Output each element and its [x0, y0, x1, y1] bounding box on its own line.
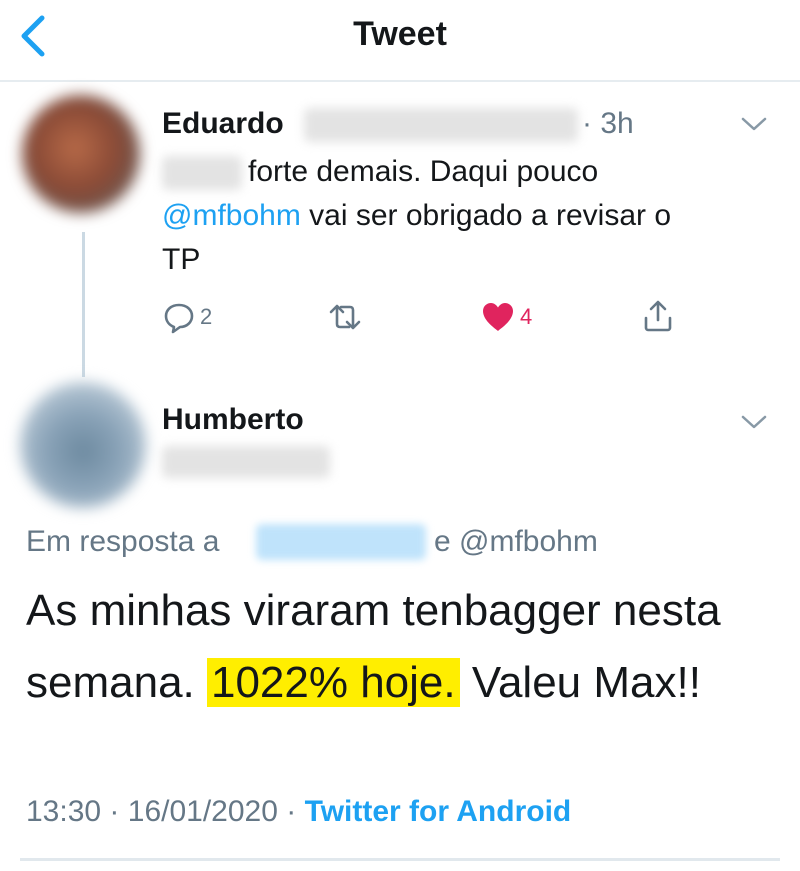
tweet-text-line-1: forte demais. Daqui pouco — [248, 155, 599, 188]
reply-icon — [164, 303, 194, 334]
share-icon — [644, 300, 672, 332]
tweet-main-text-line-1: As minhas viraram tenbagger nesta — [26, 586, 721, 635]
chevron-down-icon[interactable] — [738, 114, 770, 134]
tweet-main-text-line-2: semana. 1022% hoje. Valeu Max!! — [26, 647, 701, 719]
tweet-text-line-3: TP — [162, 243, 201, 276]
highlighted-text: 1022% hoje. — [206, 658, 460, 707]
reply-context-mentions[interactable]: e @mfbohm — [434, 524, 598, 560]
thread-connector — [82, 232, 85, 377]
like-count: 4 — [520, 304, 533, 329]
heart-icon — [483, 303, 513, 331]
retweet-button[interactable] — [325, 300, 365, 334]
tweet-text-span: Valeu Max!! — [459, 658, 701, 707]
date[interactable]: 16/01/2020 — [128, 795, 278, 828]
time[interactable]: 13:30 — [26, 795, 101, 828]
reply-button[interactable]: 2 — [162, 300, 212, 334]
avatar[interactable] — [22, 95, 140, 213]
author-name[interactable]: Eduardo — [162, 106, 284, 142]
like-button[interactable]: 4 — [480, 300, 532, 334]
tweet-text-span: semana. — [26, 658, 207, 707]
avatar[interactable] — [20, 382, 146, 508]
tweet-text-line-2: @mfbohm vai ser obrigado a revisar o — [162, 194, 671, 238]
chevron-down-icon[interactable] — [738, 412, 770, 432]
meta-separator: · — [109, 795, 120, 828]
meta-separator: · — [286, 795, 297, 828]
tweet-text-span: vai ser obrigado a revisar o — [300, 199, 672, 232]
meta-separator: · — [582, 107, 592, 140]
author-name[interactable]: Humberto — [162, 402, 304, 438]
reply-user-redacted — [256, 524, 426, 560]
divider — [20, 858, 780, 861]
mention-link[interactable]: @mfbohm — [162, 199, 301, 232]
author-handle-redacted — [162, 446, 330, 478]
tweet-time[interactable]: 3h — [600, 107, 633, 140]
reply-count: 2 — [200, 304, 213, 329]
reply-context-prefix: Em resposta a — [26, 525, 220, 558]
tweet-timestamp: 13:30 · 16/01/2020 · Twitter for Android — [26, 792, 571, 832]
redacted-word — [162, 156, 242, 190]
source-link[interactable]: Twitter for Android — [305, 795, 572, 828]
author-handle-redacted — [304, 108, 578, 142]
share-button[interactable] — [640, 298, 676, 334]
page-title: Tweet — [353, 15, 447, 53]
retweet-icon — [329, 304, 361, 330]
